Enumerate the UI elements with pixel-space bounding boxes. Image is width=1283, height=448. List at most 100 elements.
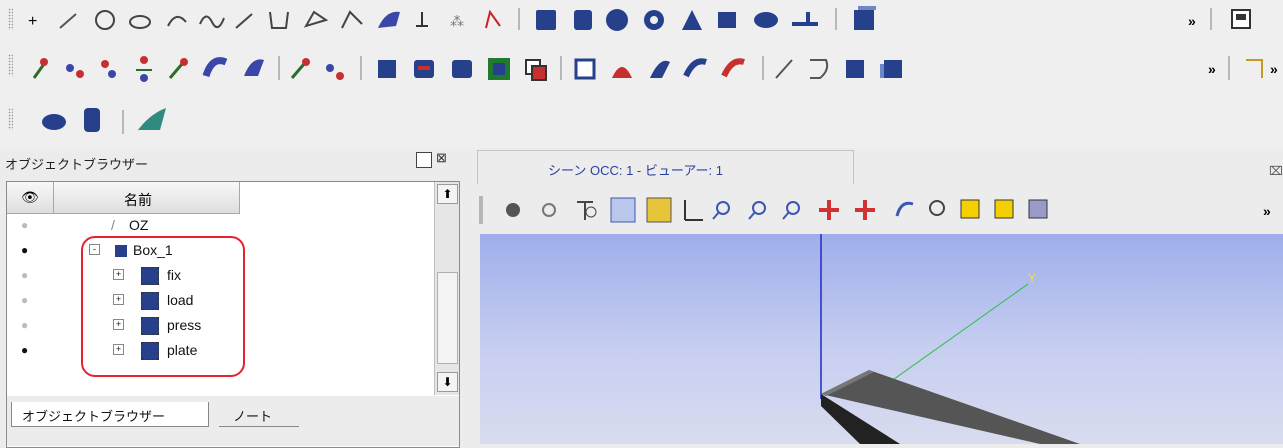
triedre-icon[interactable] bbox=[684, 200, 703, 221]
rotate-icon[interactable] bbox=[895, 201, 914, 217]
box-shape[interactable] bbox=[821, 370, 1080, 444]
sketch-icon[interactable] bbox=[341, 10, 363, 29]
add-points-icon[interactable] bbox=[326, 64, 344, 80]
torus-icon[interactable] bbox=[644, 10, 664, 30]
boolean-cut-icon[interactable] bbox=[378, 60, 396, 78]
add-point-icon[interactable] bbox=[290, 58, 310, 79]
visibility-off-icon[interactable]: ● bbox=[21, 293, 28, 307]
tool-icon[interactable] bbox=[792, 12, 818, 26]
translate-icon[interactable] bbox=[485, 9, 501, 29]
boolean-common-icon[interactable] bbox=[452, 60, 472, 78]
front-view-icon[interactable] bbox=[960, 199, 980, 219]
zoom-icon[interactable] bbox=[782, 201, 800, 220]
3d-canvas[interactable]: Y bbox=[480, 234, 1283, 444]
explode-icon[interactable]: ⁂ bbox=[450, 13, 464, 29]
svg-text:»: » bbox=[1208, 61, 1216, 77]
face-icon[interactable] bbox=[612, 67, 632, 78]
pipe-icon[interactable] bbox=[202, 57, 228, 78]
surface-icon[interactable] bbox=[378, 11, 400, 28]
face-square-icon[interactable] bbox=[846, 60, 864, 78]
wire-icon[interactable] bbox=[810, 59, 829, 79]
pan-icon[interactable] bbox=[819, 200, 839, 220]
line-icon[interactable] bbox=[59, 13, 77, 29]
float-button[interactable] bbox=[416, 152, 432, 168]
scroll-down-button[interactable]: ⬇ bbox=[437, 372, 458, 392]
rectangle-icon[interactable] bbox=[718, 12, 736, 28]
vertical-scrollbar[interactable]: ⬆ ⬇ bbox=[434, 182, 459, 395]
tab-notes[interactable]: ノート bbox=[219, 402, 299, 427]
tab-object-browser[interactable]: オブジェクトブラウザー bbox=[11, 402, 209, 427]
toolbar-grip[interactable] bbox=[479, 196, 483, 224]
more-icon[interactable]: » bbox=[1263, 203, 1271, 219]
column-name[interactable]: 名前 bbox=[54, 182, 240, 214]
revolve-icon[interactable] bbox=[66, 64, 84, 78]
top-view-icon[interactable] bbox=[1028, 199, 1048, 219]
shell-icon[interactable] bbox=[574, 58, 596, 80]
svg-text:»: » bbox=[1188, 13, 1196, 29]
highlight-box bbox=[81, 236, 245, 377]
close-icon[interactable]: ⊠ bbox=[436, 150, 447, 166]
visibility-off-icon[interactable]: ● bbox=[21, 318, 28, 332]
circle-icon[interactable] bbox=[95, 10, 115, 30]
fillet-icon[interactable] bbox=[101, 60, 116, 78]
toolbar-separator bbox=[518, 8, 520, 30]
cone-icon[interactable] bbox=[682, 10, 702, 30]
edge-icon[interactable] bbox=[775, 59, 793, 79]
rotation-point-icon[interactable] bbox=[929, 200, 945, 216]
fit-all-icon[interactable] bbox=[712, 201, 730, 220]
boolean-fuse-icon[interactable] bbox=[414, 60, 434, 78]
arc-icon[interactable] bbox=[167, 15, 187, 27]
viewer-tab[interactable]: シーン OCC: 1 - ビューアー: 1 bbox=[477, 150, 854, 184]
surface-fill-icon[interactable] bbox=[650, 60, 670, 78]
selection-mode-icon[interactable] bbox=[646, 197, 672, 223]
select-icon[interactable] bbox=[610, 197, 636, 223]
view-mode-icon[interactable] bbox=[542, 203, 556, 217]
partition-icon[interactable] bbox=[525, 59, 547, 81]
scroll-thumb[interactable] bbox=[437, 272, 458, 364]
point-icon[interactable]: + bbox=[28, 13, 37, 30]
disk-icon[interactable] bbox=[754, 12, 778, 28]
fit-area-icon[interactable] bbox=[748, 201, 766, 220]
scene: Y bbox=[820, 234, 1080, 444]
cylinder-icon[interactable] bbox=[574, 10, 592, 30]
hidden-lines-icon[interactable] bbox=[577, 201, 597, 220]
toolbar-separator bbox=[1228, 56, 1230, 80]
global-pan-icon[interactable] bbox=[855, 200, 875, 220]
visibility-off-icon[interactable]: ● bbox=[21, 268, 28, 282]
curve-icon[interactable] bbox=[199, 15, 225, 29]
box-icon[interactable] bbox=[536, 10, 556, 30]
local-cs-icon[interactable] bbox=[416, 12, 428, 27]
extrude-icon[interactable] bbox=[32, 58, 48, 79]
section-icon[interactable] bbox=[488, 58, 510, 80]
more-icon[interactable]: » bbox=[1208, 61, 1216, 77]
solid-icon[interactable] bbox=[721, 58, 745, 78]
ellipse-icon[interactable] bbox=[129, 15, 151, 29]
picture-icon[interactable] bbox=[1231, 9, 1251, 29]
visibility-off-icon[interactable]: ● bbox=[21, 218, 28, 232]
chamfer-icon[interactable] bbox=[136, 56, 152, 82]
extrude-along-icon[interactable] bbox=[168, 58, 188, 79]
vector-icon[interactable] bbox=[235, 13, 253, 29]
cube-icon[interactable] bbox=[854, 6, 876, 30]
scroll-up-button[interactable]: ⬆ bbox=[437, 184, 458, 204]
close-icon[interactable]: ⌧ bbox=[1269, 164, 1283, 178]
dump-view-icon[interactable] bbox=[506, 203, 520, 217]
ellipsoid-icon[interactable] bbox=[42, 114, 66, 130]
blend-icon[interactable] bbox=[683, 58, 707, 78]
cylinder-mesh-icon[interactable] bbox=[84, 108, 100, 132]
visibility-on-icon[interactable]: ● bbox=[21, 343, 28, 357]
back-view-icon[interactable] bbox=[994, 199, 1014, 219]
sphere-icon[interactable] bbox=[606, 9, 628, 31]
more-icon[interactable]: » bbox=[1188, 13, 1196, 29]
toolbar-row-2: » » bbox=[0, 46, 1283, 94]
marker-icon[interactable]: » bbox=[1246, 59, 1278, 78]
smooth-surface-icon[interactable] bbox=[138, 108, 166, 130]
svg-text:+: + bbox=[28, 13, 37, 30]
visibility-on-icon[interactable]: ● bbox=[21, 243, 28, 257]
toolbar-row-3-icons bbox=[42, 108, 166, 134]
column-visibility[interactable]: 👁 bbox=[7, 182, 54, 214]
plane-icon[interactable] bbox=[303, 10, 329, 28]
polyline-icon[interactable] bbox=[269, 11, 289, 29]
thickness-icon[interactable] bbox=[244, 59, 264, 76]
shell-square-icon[interactable] bbox=[880, 60, 902, 78]
